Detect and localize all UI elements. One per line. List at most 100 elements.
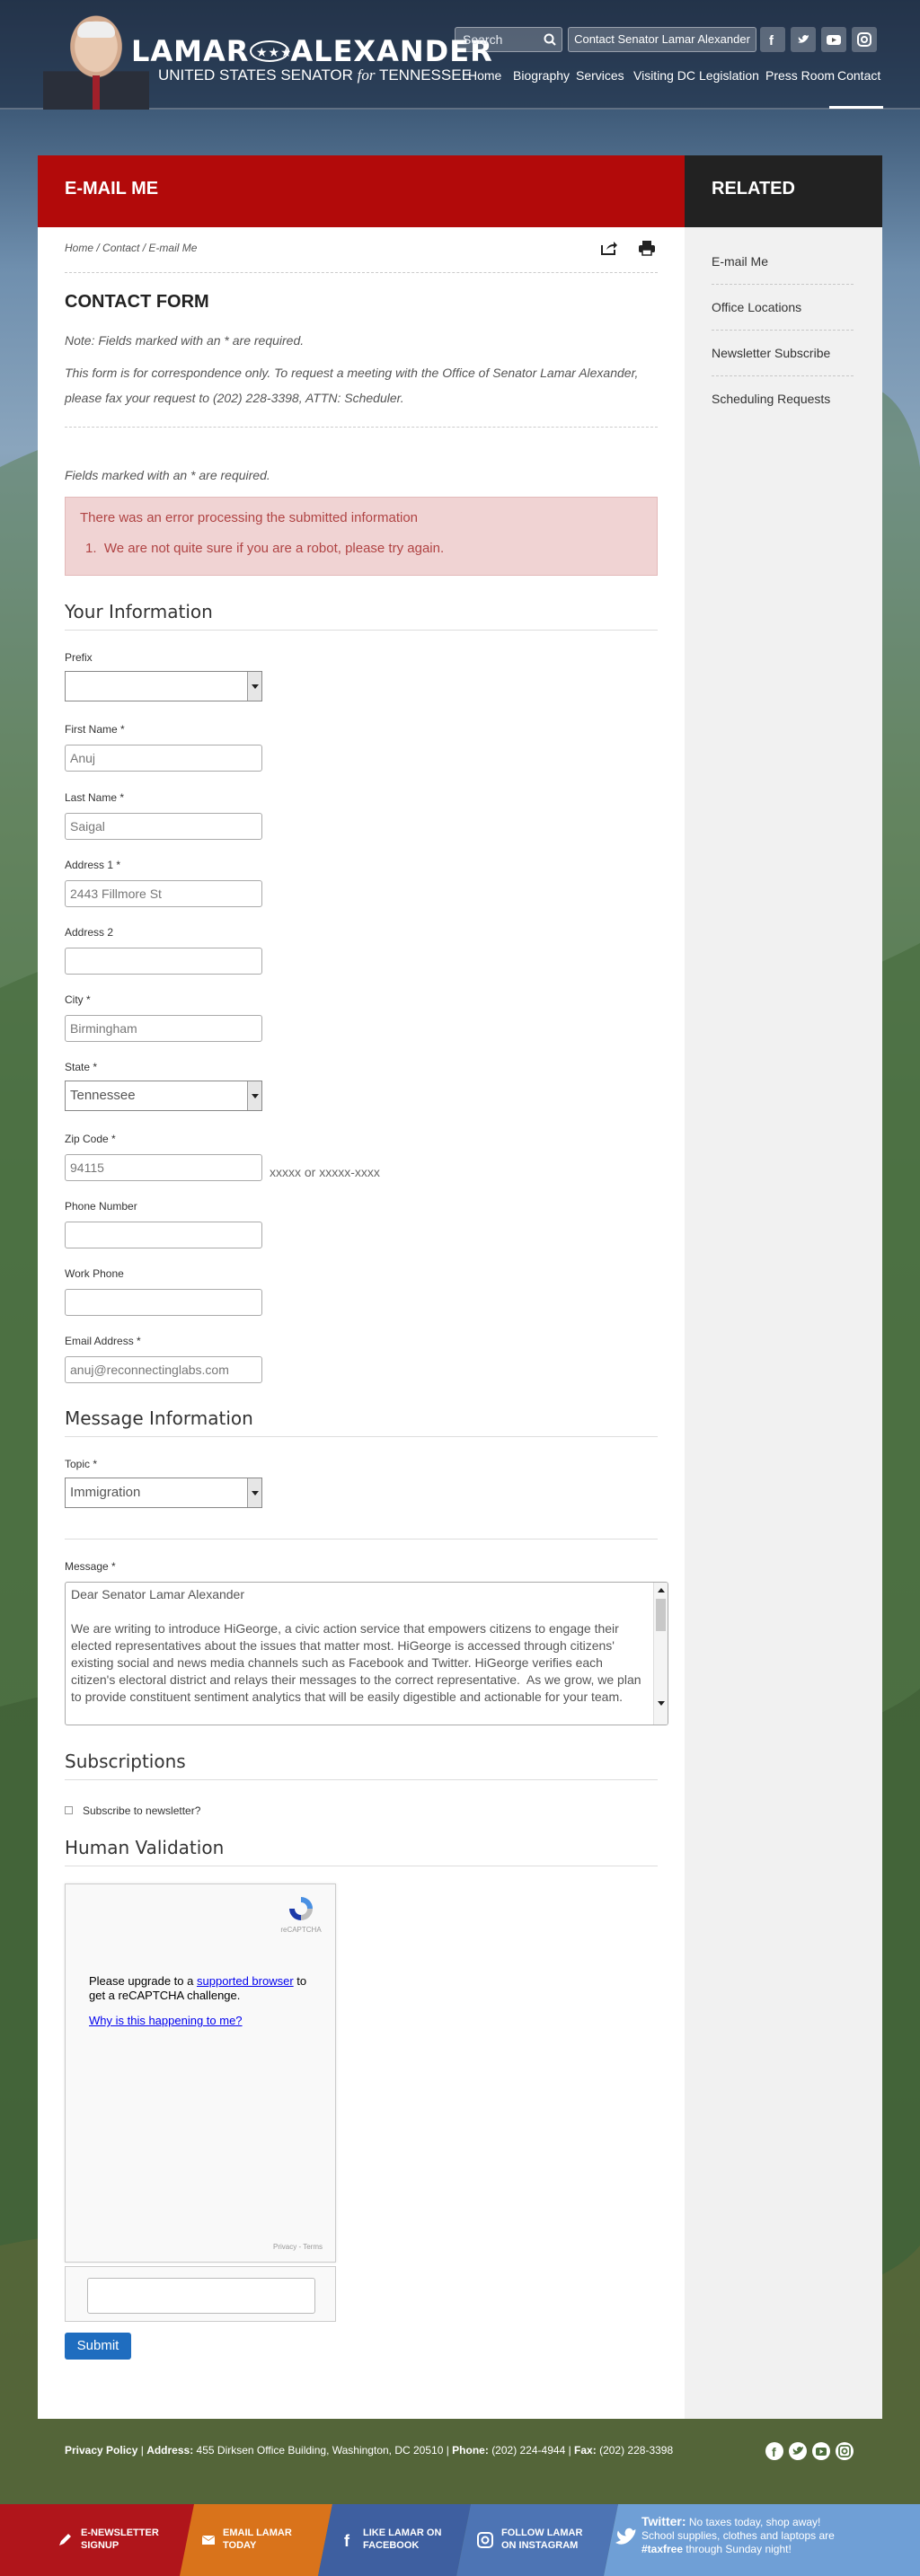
facebook-icon[interactable]: f: [760, 27, 785, 52]
nav-services[interactable]: Services: [576, 68, 624, 83]
divider: [65, 1779, 658, 1780]
chevron-down-icon: [247, 1478, 261, 1507]
footer-twitter-icon[interactable]: [789, 2442, 807, 2460]
footer-instagram-icon[interactable]: [836, 2442, 854, 2460]
page-title: CONTACT FORM: [65, 292, 209, 312]
email-label: Email Address *: [65, 1335, 141, 1347]
search-icon[interactable]: [544, 33, 556, 46]
fax-label: Fax:: [574, 2444, 597, 2457]
twitter-hashtag[interactable]: #taxfree: [641, 2543, 683, 2555]
work-phone-field[interactable]: [65, 1289, 262, 1316]
sidebar-item-label: Newsletter Subscribe: [712, 346, 831, 360]
recaptcha-brand: reCAPTCHA: [280, 1926, 322, 1934]
facebook-icon: f: [340, 2531, 358, 2549]
newsletter-signup-tile[interactable]: E-NEWSLETTER SIGNUP: [0, 2504, 194, 2576]
divider: [65, 272, 658, 273]
scroll-up-icon[interactable]: [658, 1588, 665, 1592]
nav-biography[interactable]: Biography: [513, 68, 570, 83]
submit-button[interactable]: Submit: [65, 2333, 131, 2360]
first-name-field[interactable]: [65, 745, 262, 772]
share-icon[interactable]: [600, 240, 618, 256]
phone-field[interactable]: [65, 1222, 262, 1248]
instagram-icon[interactable]: [852, 27, 877, 52]
site-logo[interactable]: LAMAR ★★★ ALEXANDER: [131, 34, 493, 68]
nav-contact[interactable]: Contact: [837, 68, 880, 83]
state-select[interactable]: Tennessee: [65, 1081, 262, 1111]
zip-label: Zip Code *: [65, 1133, 116, 1145]
footer-facebook-icon[interactable]: f: [765, 2442, 783, 2460]
nav-visiting-dc[interactable]: Visiting DC: [633, 68, 695, 83]
newsletter-checkbox[interactable]: [65, 1806, 73, 1814]
recaptcha-widget: reCAPTCHA Please upgrade to a supported …: [65, 1883, 336, 2263]
nav-press-room[interactable]: Press Room: [765, 68, 835, 83]
instagram-icon: [476, 2531, 494, 2549]
main-content: E-MAIL ME Home / Contact / E-mail Me CON…: [38, 155, 685, 2419]
address-label: Address:: [146, 2444, 194, 2457]
phone-label: Phone:: [452, 2444, 489, 2457]
twitter-label: Twitter:: [641, 2514, 686, 2528]
twitter-icon[interactable]: [791, 27, 816, 52]
chevron-down-icon: [247, 672, 261, 701]
nav-home[interactable]: Home: [468, 68, 501, 83]
captcha-privacy-terms[interactable]: Privacy - Terms: [273, 2243, 323, 2251]
twitter-tile[interactable]: Twitter: No taxes today, shop away! Scho…: [604, 2504, 920, 2576]
address2-field[interactable]: [65, 948, 262, 975]
facebook-tile[interactable]: f LIKE LAMAR ON FACEBOOK: [318, 2504, 471, 2576]
search-input[interactable]: [456, 28, 538, 51]
topic-value: Immigration: [70, 1485, 141, 1500]
newsletter-tile-line2: SIGNUP: [81, 2540, 119, 2551]
sidebar-item-email-me[interactable]: E-mail Me: [712, 240, 854, 285]
zip-field[interactable]: [65, 1154, 262, 1181]
state-value: Tennessee: [70, 1088, 136, 1103]
privacy-policy-link[interactable]: Privacy Policy: [65, 2444, 137, 2457]
error-title: There was an error processing the submit…: [80, 510, 419, 525]
recaptcha-icon: [289, 1897, 313, 1920]
site-footer: Privacy Policy | Address: 455 Dirksen Of…: [0, 2419, 920, 2504]
breadcrumb-home[interactable]: Home: [65, 242, 93, 254]
bottom-action-bar: E-NEWSLETTER SIGNUP EMAIL LAMAR TODAY f LI…: [0, 2504, 920, 2576]
state-label: State *: [65, 1061, 98, 1073]
prefix-select[interactable]: [65, 671, 262, 701]
nav-active-indicator: [829, 106, 883, 109]
divider: [65, 427, 658, 428]
email-lamar-tile[interactable]: EMAIL LAMAR TODAY: [180, 2504, 332, 2576]
related-sidebar: RELATED E-mail Me Office Locations Newsl…: [685, 155, 882, 2419]
sidebar-item-office-locations[interactable]: Office Locations: [712, 286, 854, 331]
topic-select[interactable]: Immigration: [65, 1478, 262, 1508]
sidebar-item-scheduling-requests[interactable]: Scheduling Requests: [712, 377, 854, 422]
svg-text:f: f: [769, 33, 774, 47]
related-header: RELATED: [685, 155, 882, 227]
main-nav: Home Biography Services Visiting DC Legi…: [0, 68, 920, 110]
youtube-icon[interactable]: [821, 27, 846, 52]
print-icon[interactable]: [638, 240, 656, 256]
instagram-tile-line2: ON INSTAGRAM: [501, 2540, 579, 2551]
twitter-icon: [615, 2527, 636, 2545]
breadcrumb: Home / Contact / E-mail Me: [65, 242, 198, 254]
email-field[interactable]: [65, 1356, 262, 1383]
scroll-thumb[interactable]: [656, 1599, 666, 1631]
footer-info: Privacy Policy | Address: 455 Dirksen Of…: [65, 2444, 674, 2457]
svg-text:f: f: [344, 2532, 350, 2549]
captcha-response-field[interactable]: [87, 2278, 315, 2314]
scroll-down-icon[interactable]: [658, 1701, 665, 1706]
captcha-upgrade-message: Please upgrade to a supported browser to…: [89, 1974, 323, 2003]
message-scrollbar[interactable]: [653, 1583, 668, 1725]
instagram-tile[interactable]: FOLLOW LAMAR ON INSTAGRAM: [456, 2504, 618, 2576]
sidebar-item-newsletter-subscribe[interactable]: Newsletter Subscribe: [712, 331, 854, 376]
why-link[interactable]: Why is this happening to me?: [89, 2014, 243, 2027]
footer-youtube-icon[interactable]: [812, 2442, 830, 2460]
required-fields-note: Fields marked with an * are required.: [65, 468, 270, 482]
sidebar-item-label: E-mail Me: [712, 254, 769, 269]
envelope-icon: [199, 2531, 217, 2549]
breadcrumb-contact[interactable]: Contact: [102, 242, 139, 254]
last-name-field[interactable]: [65, 813, 262, 840]
nav-legislation[interactable]: Legislation: [699, 68, 759, 83]
address1-field[interactable]: [65, 880, 262, 907]
email-tile-line1: EMAIL LAMAR: [223, 2527, 292, 2538]
contact-senator-button[interactable]: Contact Senator Lamar Alexander: [568, 27, 756, 52]
supported-browser-link[interactable]: supported browser: [197, 1974, 294, 1988]
svg-text:f: f: [772, 2445, 776, 2459]
divider: [65, 1436, 658, 1437]
message-textarea[interactable]: Dear Senator Lamar Alexander We are writ…: [65, 1582, 668, 1725]
city-field[interactable]: [65, 1015, 262, 1042]
